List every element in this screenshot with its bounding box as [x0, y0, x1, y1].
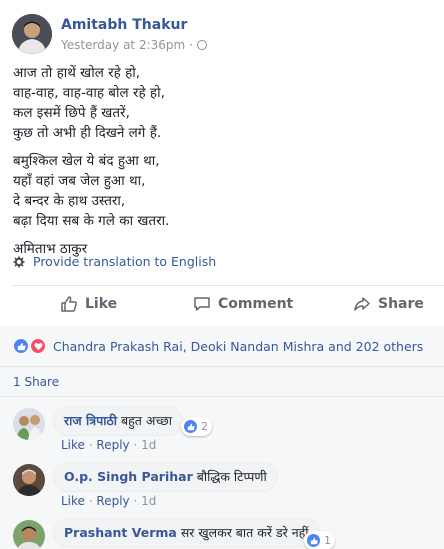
reaction-summary[interactable]: Chandra Prakash Rai, Deoki Nandan Mishra… — [13, 338, 423, 354]
comment-reaction-count[interactable]: 2 — [181, 417, 212, 436]
reaction-count: 2 — [201, 420, 208, 433]
comment-label: Comment — [218, 296, 294, 312]
commenter-avatar[interactable] — [13, 408, 45, 440]
post-line: बमुश्किल खेल ये बंद हुआ था, — [13, 153, 160, 169]
like-label: Like — [85, 296, 118, 312]
commenter-name[interactable]: O.p. Singh Parihar — [64, 469, 193, 484]
post-author-name[interactable]: Amitabh Thakur — [61, 17, 187, 33]
author-avatar[interactable] — [12, 14, 52, 54]
post-stanza: आज तो हाथें खोल रहे हो, वाह-वाह, वाह-वाह… — [13, 63, 433, 143]
translate-link[interactable]: Provide translation to English — [13, 254, 216, 269]
like-reaction-icon — [183, 419, 198, 434]
divider — [0, 366, 444, 367]
post-stanza: बमुश्किल खेल ये बंद हुआ था, यहाँ वहां जब… — [13, 151, 433, 231]
share-arrow-icon — [354, 297, 370, 311]
divider — [12, 285, 444, 286]
meta-separator: · — [189, 38, 194, 52]
like-reaction-icon — [13, 338, 29, 354]
post-line: बढ़ा दिया सब के गले का खतरा. — [13, 213, 170, 229]
gear-icon — [13, 256, 25, 267]
commenter-name[interactable]: राज त्रिपाठी — [64, 413, 117, 428]
comment-bubble: O.p. Singh Parihar बौद्धिक टिप्पणी — [53, 462, 278, 492]
comment-age[interactable]: 1d — [141, 494, 156, 508]
post-text: आज तो हाथें खोल रहे हो, वाह-वाह, वाह-वाह… — [13, 63, 433, 267]
like-button[interactable]: Like — [60, 295, 117, 313]
comment-age[interactable]: 1d — [141, 438, 156, 452]
post-timestamp[interactable]: Yesterday at 2:36pm — [61, 38, 185, 52]
divider — [0, 396, 444, 397]
comment-text: सर खुलकर बात करें डरे नहीं — [180, 525, 309, 540]
reaction-summary-text: Chandra Prakash Rai, Deoki Nandan Mishra… — [53, 338, 424, 354]
post-line: यहाँ वहां जब जेल हुआ था, — [13, 173, 146, 189]
comment-like-link[interactable]: Like — [61, 494, 85, 508]
post-line: आज तो हाथें खोल रहे हो, — [13, 65, 141, 81]
comment-button[interactable]: Comment — [193, 295, 293, 313]
post-line: कल इसमें छिपे हैं खतरें, — [13, 105, 130, 121]
globe-icon[interactable] — [197, 40, 208, 50]
commenter-avatar[interactable] — [13, 464, 45, 496]
share-label: Share — [378, 296, 424, 312]
comment-text: बौद्धिक टिप्पणी — [196, 469, 267, 484]
commenter-avatar[interactable] — [13, 520, 45, 549]
reaction-count: 1 — [324, 534, 331, 547]
comment-like-link[interactable]: Like — [61, 438, 85, 452]
like-reaction-icon — [306, 533, 321, 548]
post-card: Amitabh Thakur Yesterday at 2:36pm · आज … — [0, 0, 444, 549]
post-meta: Yesterday at 2:36pm · — [61, 38, 208, 52]
share-button[interactable]: Share — [353, 295, 424, 313]
comment-bubble: Prashant Verma सर खुलकर बात करें डरे नहीं — [53, 518, 320, 548]
comment-actions: Like · Reply · 1d — [61, 438, 157, 452]
comment-icon — [194, 297, 210, 311]
thumbs-up-icon — [61, 296, 77, 312]
reactions-and-comments: Chandra Prakash Rai, Deoki Nandan Mishra… — [0, 326, 444, 549]
commenter-name[interactable]: Prashant Verma — [64, 525, 177, 540]
shares-count[interactable]: 1 Share — [13, 375, 59, 389]
post-line: वाह-वाह, वाह-वाह बोल रहे हो, — [13, 85, 165, 101]
love-reaction-icon — [30, 338, 46, 354]
comment-reply-link[interactable]: Reply — [96, 438, 129, 452]
post-action-bar: Like Comment Share — [0, 287, 444, 323]
comment-reply-link[interactable]: Reply — [96, 494, 129, 508]
post-line: कुछ तो अभी ही दिखने लगे हैं. — [13, 125, 162, 141]
comment-reaction-count[interactable]: 1 — [304, 531, 335, 549]
comment-bubble: राज त्रिपाठी बहुत अच्छा — [53, 406, 183, 436]
comment-actions: Like · Reply · 1d — [61, 494, 157, 508]
translate-label: Provide translation to English — [33, 254, 217, 269]
post-line: दे बन्दर के हाथ उस्तरा, — [13, 193, 126, 209]
comment-text: बहुत अच्छा — [120, 413, 172, 428]
